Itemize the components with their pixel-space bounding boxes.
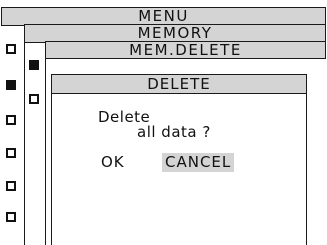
ok-button[interactable]: OK <box>99 153 127 172</box>
mem-delete-title-bar: MEM.DELETE <box>45 41 326 59</box>
delete-dialog: DELETE Delete all data ? OK CANCEL <box>51 74 307 245</box>
menu-item-marker-selected[interactable] <box>6 80 16 90</box>
memory-item-marker-selected[interactable] <box>29 60 39 70</box>
cancel-button[interactable]: CANCEL <box>162 153 235 172</box>
memory-item-marker[interactable] <box>29 94 39 104</box>
menu-item-marker[interactable] <box>6 181 16 191</box>
menu-level-divider <box>24 24 25 245</box>
menu-item-marker[interactable] <box>6 44 16 54</box>
memory-level-divider <box>45 41 46 245</box>
menu-item-marker[interactable] <box>6 148 16 158</box>
dialog-message-line2: all data ? <box>137 123 211 141</box>
menu-item-marker[interactable] <box>6 115 16 125</box>
dialog-title: DELETE <box>52 75 306 94</box>
menu-item-marker[interactable] <box>6 212 16 222</box>
